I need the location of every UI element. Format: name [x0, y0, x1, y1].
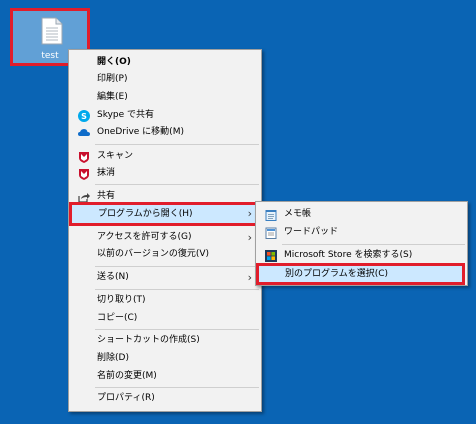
submenu-item-notepad[interactable]: メモ帳	[257, 205, 466, 224]
menu-separator	[95, 144, 259, 145]
menu-item-open-with[interactable]: プログラムから開く(H) ›	[69, 202, 261, 226]
mcafee-shield-icon	[79, 169, 89, 180]
onedrive-cloud-icon	[78, 129, 90, 136]
menu-item-copy[interactable]: コピー(C)	[70, 309, 260, 328]
menu-item-restore-versions[interactable]: 以前のバージョンの復元(V)	[70, 245, 260, 264]
chevron-right-icon: ›	[247, 271, 252, 284]
menu-item-create-shortcut[interactable]: ショートカットの作成(S)	[70, 331, 260, 350]
menu-separator	[95, 289, 259, 290]
menu-item-erase[interactable]: 抹消	[70, 164, 260, 183]
notepad-icon	[265, 210, 277, 221]
wordpad-icon	[265, 227, 277, 239]
text-file-icon	[41, 17, 63, 45]
menu-item-properties[interactable]: プロパティ(R)	[70, 389, 260, 408]
menu-separator	[95, 266, 259, 267]
submenu-item-wordpad[interactable]: ワードパッド	[257, 223, 466, 242]
mcafee-shield-icon	[79, 152, 89, 163]
menu-separator	[95, 184, 259, 185]
menu-item-delete[interactable]: 削除(D)	[70, 349, 260, 368]
open-with-submenu: メモ帳 ワードパッド Microsoft Store を検索する(S) 別のプロ…	[255, 201, 468, 286]
menu-item-send-to[interactable]: 送る(N) ›	[70, 268, 260, 287]
submenu-item-choose-other[interactable]: 別のプログラムを選択(C)	[256, 263, 465, 285]
chevron-right-icon: ›	[247, 207, 252, 220]
menu-item-rename[interactable]: 名前の変更(M)	[70, 367, 260, 386]
context-menu: 開く(O) 印刷(P) 編集(E) S Skype で共有 OneDrive に…	[68, 49, 262, 412]
menu-item-print[interactable]: 印刷(P)	[70, 70, 260, 89]
svg-text:S: S	[81, 112, 87, 121]
menu-separator	[95, 387, 259, 388]
menu-item-onedrive[interactable]: OneDrive に移動(M)	[70, 123, 260, 142]
menu-item-cut[interactable]: 切り取り(T)	[70, 291, 260, 310]
skype-icon: S	[78, 110, 90, 122]
menu-separator	[95, 329, 259, 330]
menu-item-edit[interactable]: 編集(E)	[70, 88, 260, 107]
microsoft-store-icon	[265, 250, 277, 262]
menu-separator	[282, 244, 465, 245]
